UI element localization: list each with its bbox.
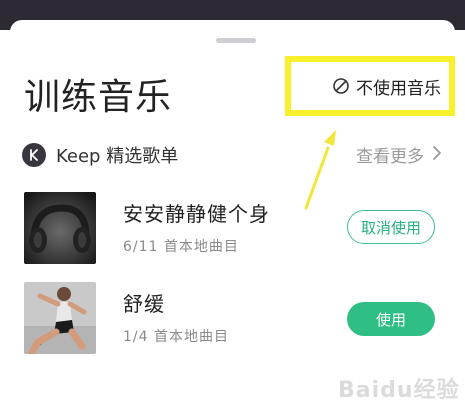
playlist-label: Keep 精选歌单 bbox=[56, 146, 179, 167]
see-more-link[interactable]: 查看更多 bbox=[356, 142, 442, 167]
no-music-label: 不使用音乐 bbox=[356, 78, 441, 99]
keep-logo-icon bbox=[22, 143, 46, 167]
watermark: Baidu经验 bbox=[338, 378, 460, 403]
sheet-title: 训练音乐 bbox=[24, 77, 173, 118]
playlist-track-count: 1/4 首本地曲目 bbox=[123, 329, 229, 345]
playlist-item[interactable]: 安安静静健个身 6/11 首本地曲目 取消使用 bbox=[24, 192, 454, 264]
drag-handle[interactable] bbox=[216, 38, 256, 43]
music-sheet-screen: 训练音乐 不使用音乐 Keep 精选歌单 查看更多 安安静静健个身 6/11 首… bbox=[0, 0, 465, 411]
playlist-name: 安安静静健个身 bbox=[123, 202, 270, 226]
chevron-right-icon bbox=[432, 145, 442, 165]
use-button[interactable]: 使用 bbox=[347, 302, 435, 336]
playlist-item[interactable]: 舒缓 1/4 首本地曲目 使用 bbox=[24, 282, 454, 354]
playlist-name: 舒缓 bbox=[123, 292, 165, 316]
playlist-header: Keep 精选歌单 bbox=[22, 142, 178, 168]
no-music-button[interactable]: 不使用音乐 bbox=[285, 56, 455, 116]
prohibited-circle-icon bbox=[332, 77, 350, 95]
see-more-label: 查看更多 bbox=[356, 147, 424, 167]
playlist-track-count: 6/11 首本地曲目 bbox=[123, 239, 239, 255]
playlist-cover-image bbox=[24, 192, 96, 264]
cancel-use-button[interactable]: 取消使用 bbox=[347, 210, 435, 244]
playlist-cover-image bbox=[24, 282, 96, 354]
